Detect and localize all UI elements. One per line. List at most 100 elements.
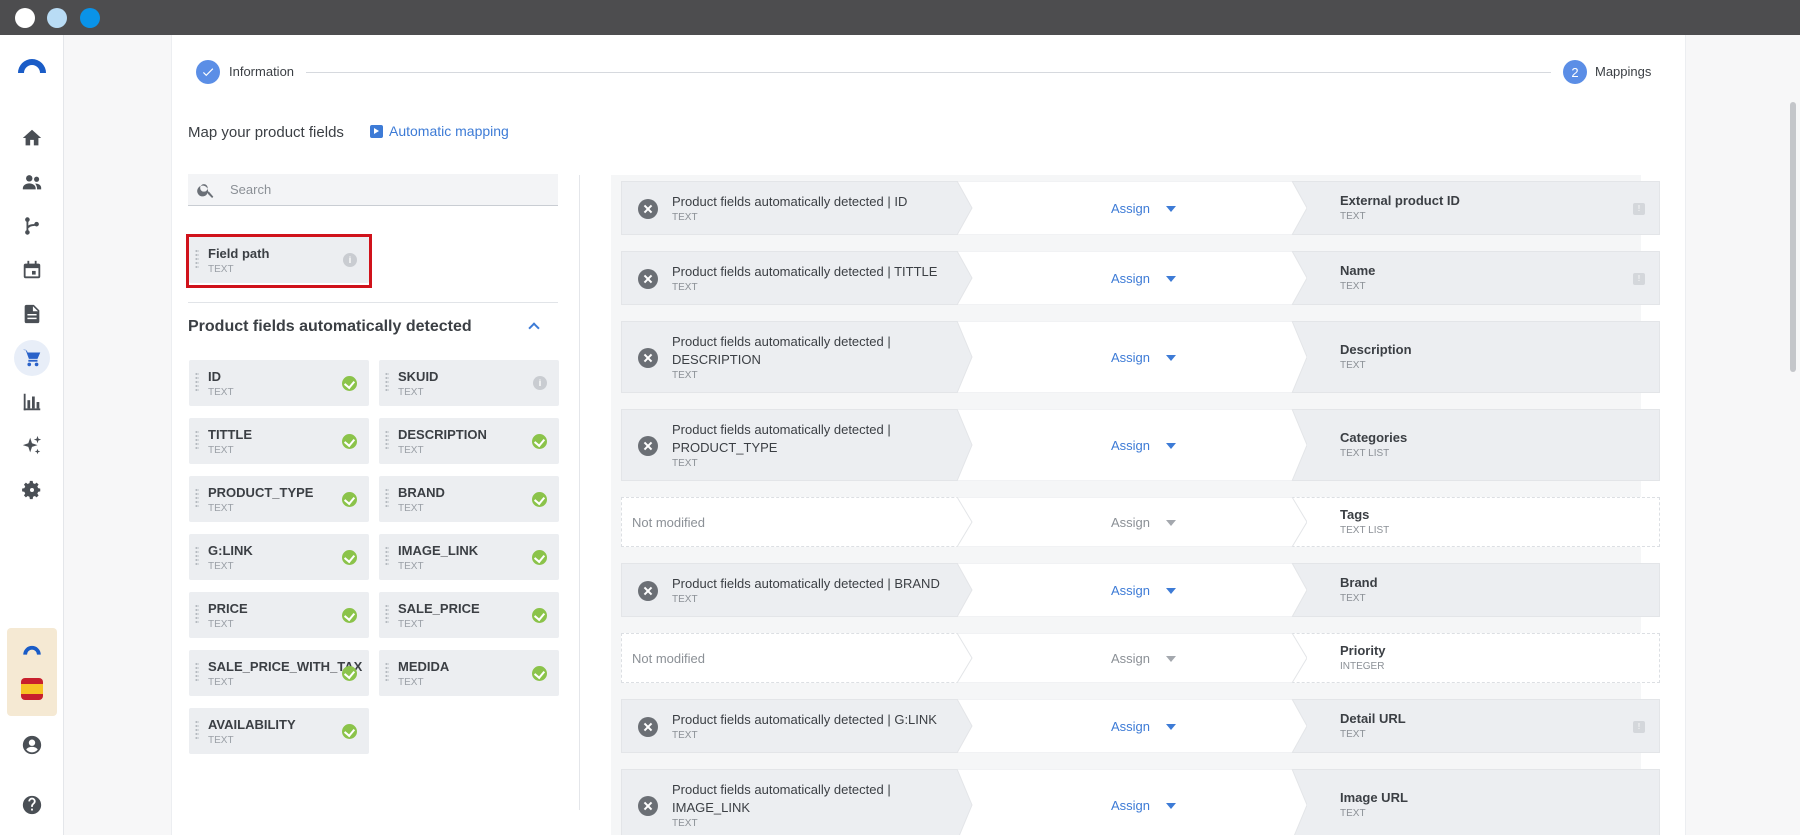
scrollbar-thumb[interactable] [1790, 102, 1796, 372]
remove-mapping-icon[interactable] [638, 269, 658, 289]
brand-logo-icon[interactable] [16, 53, 48, 75]
chevron-down-icon[interactable] [1166, 276, 1176, 282]
chevron-down-icon[interactable] [1166, 724, 1176, 730]
chevron-up-icon[interactable] [527, 319, 541, 333]
detected-field-chip[interactable]: AVAILABILITY TEXT [189, 708, 369, 754]
assign-dropdown[interactable]: Assign [1111, 719, 1150, 734]
automatic-mapping-button[interactable]: Automatic mapping [370, 123, 509, 139]
drag-handle-icon[interactable] [385, 372, 389, 392]
drag-handle-icon[interactable] [385, 430, 389, 450]
assign-dropdown[interactable]: Assign [1111, 583, 1150, 598]
detected-field-chip[interactable]: MEDIDA TEXT [379, 650, 559, 696]
window-minimize-button[interactable] [47, 8, 67, 28]
nav-settings[interactable] [14, 472, 50, 508]
drag-handle-icon[interactable] [195, 372, 199, 392]
mapping-row: Not modified Assign Priority INTEGER [621, 633, 1660, 683]
chevron-down-icon[interactable] [1166, 803, 1176, 809]
detected-fields-title: Product fields automatically detected [188, 318, 472, 335]
target-field-type: TEXT LIST [1340, 525, 1390, 536]
detected-field-chip[interactable]: BRAND TEXT [379, 476, 559, 522]
assign-dropdown[interactable]: Assign [1111, 438, 1150, 453]
window-close-button[interactable] [15, 8, 35, 28]
chevron-down-icon[interactable] [1166, 588, 1176, 594]
drag-handle-icon[interactable] [195, 546, 199, 566]
remove-mapping-icon[interactable] [638, 199, 658, 219]
nav-help[interactable] [14, 787, 50, 823]
workspace-switcher[interactable] [7, 628, 57, 716]
detected-field-chip[interactable]: DESCRIPTION TEXT [379, 418, 559, 464]
chevron-down-icon[interactable] [1166, 656, 1176, 662]
drag-handle-icon[interactable] [385, 546, 389, 566]
nav-analytics[interactable] [14, 384, 50, 420]
drag-handle-icon[interactable] [385, 604, 389, 624]
mapping-row: Not modified Assign Tags TEXT LIST [621, 497, 1660, 547]
nav-workflows[interactable] [14, 208, 50, 244]
target-field-type: TEXT [1340, 211, 1366, 222]
detected-field-chip[interactable]: IMAGE_LINK TEXT [379, 534, 559, 580]
target-field-name: Tags [1340, 507, 1370, 522]
detected-field-chip[interactable]: PRODUCT_TYPE TEXT [189, 476, 369, 522]
assign-dropdown[interactable]: Assign [1111, 271, 1150, 286]
chevron-down-icon[interactable] [1166, 443, 1176, 449]
calendar-icon [23, 260, 41, 279]
assign-dropdown[interactable]: Assign [1111, 798, 1150, 813]
chevron-down-icon[interactable] [1166, 206, 1176, 212]
field-type: TEXT [208, 735, 234, 746]
workflow-icon [25, 217, 39, 235]
drag-handle-icon[interactable] [195, 662, 199, 682]
remove-mapping-icon[interactable] [638, 581, 658, 601]
drag-handle-icon[interactable] [195, 249, 199, 269]
remove-mapping-icon[interactable] [638, 436, 658, 456]
info-icon[interactable]: i [533, 376, 547, 390]
nav-documents[interactable] [14, 296, 50, 332]
assign-dropdown[interactable]: Assign [1111, 651, 1150, 666]
drag-handle-icon[interactable] [385, 662, 389, 682]
assign-dropdown[interactable]: Assign [1111, 515, 1150, 530]
wizard-stepper: Information 2 Mappings [196, 60, 1666, 84]
drag-handle-icon[interactable] [385, 488, 389, 508]
field-path-chip[interactable]: Field path TEXT i [189, 237, 369, 283]
detected-field-chip[interactable]: PRICE TEXT [189, 592, 369, 638]
check-circle-icon [532, 608, 547, 623]
field-type: TEXT [398, 561, 424, 572]
field-search [188, 174, 558, 206]
field-name: SALE_PRICE [398, 601, 480, 616]
search-icon [197, 183, 214, 198]
detected-field-chip[interactable]: SKUID TEXT i [379, 360, 559, 406]
source-field-name: Product fields automatically detected | … [672, 712, 937, 727]
target-field-name: Priority [1340, 643, 1386, 658]
window-maximize-button[interactable] [80, 8, 100, 28]
chevron-down-icon[interactable] [1166, 355, 1176, 361]
step-2-current[interactable]: 2 [1563, 60, 1587, 84]
detected-field-chip[interactable]: G:LINK TEXT [189, 534, 369, 580]
remove-mapping-icon[interactable] [638, 796, 658, 816]
drag-handle-icon[interactable] [195, 720, 199, 740]
mapping-row: Product fields automatically detected | … [621, 251, 1660, 305]
remove-mapping-icon[interactable] [638, 717, 658, 737]
main-panel: Information 2 Mappings Map your product … [171, 35, 1686, 835]
detected-field-chip[interactable]: SALE_PRICE_WITH_TAX TEXT [189, 650, 369, 696]
assign-dropdown[interactable]: Assign [1111, 350, 1150, 365]
nav-ai[interactable] [14, 428, 50, 464]
step-1-complete[interactable] [196, 60, 220, 84]
detected-field-chip[interactable]: TITTLE TEXT [189, 418, 369, 464]
nav-account[interactable] [14, 727, 50, 763]
source-field-type: TEXT [672, 212, 698, 223]
target-field-type: TEXT [1340, 729, 1366, 740]
mappings-list: Product fields automatically detected | … [611, 175, 1660, 835]
drag-handle-icon[interactable] [195, 604, 199, 624]
chevron-down-icon[interactable] [1166, 520, 1176, 526]
nav-home[interactable] [14, 120, 50, 156]
check-circle-icon [342, 724, 357, 739]
assign-dropdown[interactable]: Assign [1111, 201, 1150, 216]
search-input[interactable] [230, 182, 530, 197]
nav-products[interactable] [14, 340, 50, 376]
detected-field-chip[interactable]: ID TEXT [189, 360, 369, 406]
info-icon[interactable]: i [343, 253, 357, 267]
nav-contacts[interactable] [14, 164, 50, 200]
remove-mapping-icon[interactable] [638, 348, 658, 368]
drag-handle-icon[interactable] [195, 430, 199, 450]
drag-handle-icon[interactable] [195, 488, 199, 508]
detected-field-chip[interactable]: SALE_PRICE TEXT [379, 592, 559, 638]
nav-calendar[interactable] [14, 252, 50, 288]
